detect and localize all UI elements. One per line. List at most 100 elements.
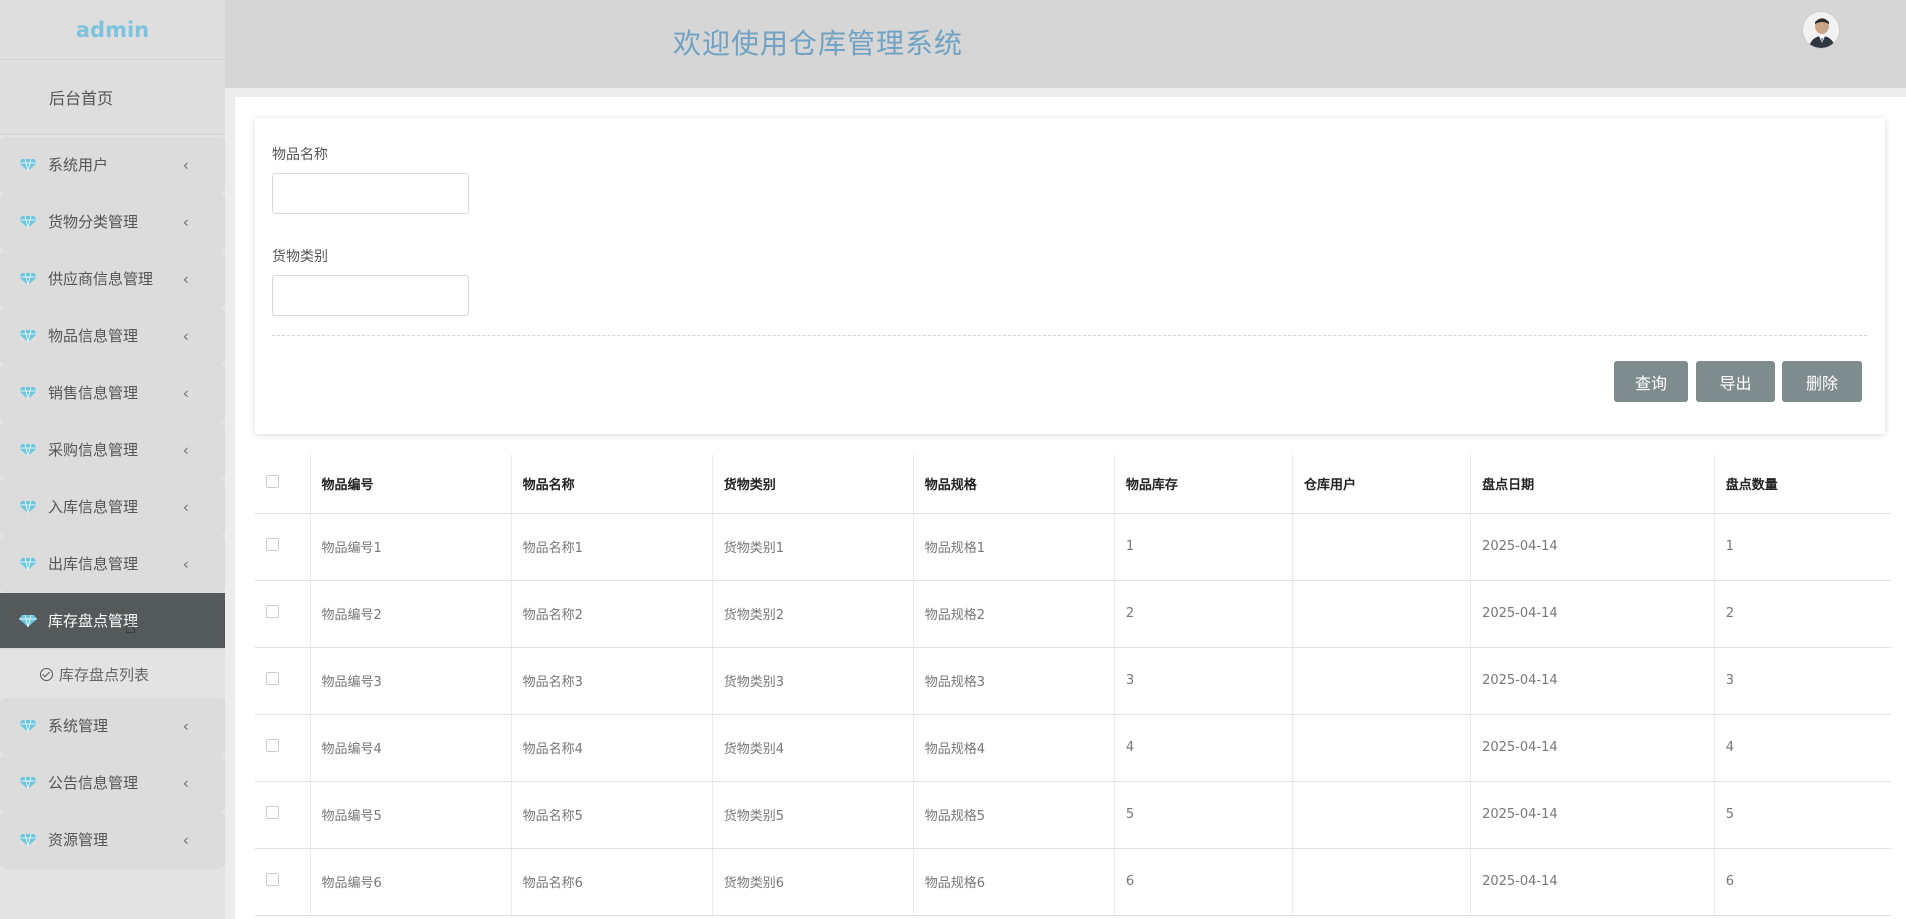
sidebar-item-label: 系统管理: [48, 717, 109, 735]
sidebar-item-item-info[interactable]: 物品信息管理 ‹: [0, 308, 225, 363]
sidebar-item-sales[interactable]: 销售信息管理 ‹: [0, 365, 225, 420]
table-cell: 物品名称5: [510, 781, 713, 849]
table-cell: 2025-04-14: [1470, 513, 1715, 581]
submenu-inventory-check-list[interactable]: 库存盘点列表: [0, 650, 225, 698]
sidebar-item-purchase[interactable]: 采购信息管理 ‹: [0, 422, 225, 477]
goods-category-input[interactable]: [272, 275, 469, 316]
diamond-icon: [19, 215, 37, 228]
item-name-label: 物品名称: [272, 147, 328, 163]
table-cell: 1: [1113, 513, 1293, 581]
table-row[interactable]: 物品编号1 物品名称1 货物类别1 物品规格1 1 2025-04-14 1: [255, 513, 1891, 581]
table-cell: [1291, 580, 1471, 648]
table-cell: 5: [1113, 781, 1293, 849]
column-header[interactable]: 盘点数量: [1713, 455, 1891, 514]
diamond-icon: [19, 614, 37, 627]
diamond-icon: [19, 272, 37, 285]
row-select-cell: [255, 513, 310, 581]
row-checkbox[interactable]: [266, 605, 279, 618]
sidebar-item-inbound[interactable]: 入库信息管理 ‹: [0, 479, 225, 534]
table-cell: 物品编号5: [309, 781, 512, 849]
brand: admin: [0, 0, 225, 60]
row-select-cell: [255, 848, 310, 916]
sidebar-item-outbound[interactable]: 出库信息管理 ‹: [0, 536, 225, 591]
row-checkbox[interactable]: [266, 806, 279, 819]
item-name-input[interactable]: [272, 173, 469, 214]
column-header[interactable]: 物品规格: [912, 455, 1115, 514]
column-header[interactable]: 盘点日期: [1470, 455, 1715, 514]
sidebar-item-home[interactable]: 后台首页: [0, 60, 225, 135]
table-cell: 货物类别4: [711, 714, 914, 782]
sidebar-item-goods-category[interactable]: 货物分类管理 ‹: [0, 194, 225, 249]
column-header[interactable]: 物品名称: [510, 455, 713, 514]
header: 欢迎使用仓库管理系统: [225, 0, 1906, 88]
table-cell: 物品编号6: [309, 848, 512, 916]
table-cell: 6: [1713, 848, 1891, 916]
delete-button[interactable]: 删除: [1782, 361, 1862, 402]
table-cell: 物品名称3: [510, 647, 713, 715]
column-header[interactable]: 货物类别: [711, 455, 914, 514]
table-cell: 物品规格2: [912, 580, 1115, 648]
brand-name: admin: [75, 17, 150, 42]
table-cell: 物品规格6: [912, 848, 1115, 916]
row-checkbox[interactable]: [266, 873, 279, 886]
table-cell: 物品编号3: [309, 647, 512, 715]
chevron-left-icon: ‹: [182, 554, 189, 573]
sidebar-item-announcement[interactable]: 公告信息管理 ‹: [0, 755, 225, 810]
table-cell: 物品名称1: [510, 513, 713, 581]
export-button[interactable]: 导出: [1696, 361, 1775, 402]
select-all-checkbox[interactable]: [266, 475, 279, 489]
table-cell: [1291, 647, 1471, 715]
table-cell: 货物类别1: [711, 513, 914, 581]
table-row[interactable]: 物品编号6 物品名称6 货物类别6 物品规格6 6 2025-04-14 6: [255, 848, 1891, 916]
table-body: 物品编号1 物品名称1 货物类别1 物品规格1 1 2025-04-14 1 物品编号2 物品名…: [255, 513, 1891, 916]
table-row[interactable]: 物品编号4 物品名称4 货物类别4 物品规格4 4 2025-04-14 4: [255, 714, 1891, 782]
sidebar-item-system-user[interactable]: 系统用户 ‹: [0, 137, 225, 192]
table-row[interactable]: 物品编号5 物品名称5 货物类别5 物品规格5 5 2025-04-14 5: [255, 781, 1891, 849]
table-cell: 5: [1713, 781, 1891, 849]
table-cell: 3: [1713, 647, 1891, 715]
table-cell: 物品名称2: [510, 580, 713, 648]
table-cell: [1291, 714, 1471, 782]
column-header[interactable]: 物品库存: [1113, 455, 1293, 514]
avatar-image: [1803, 12, 1839, 48]
row-checkbox[interactable]: [266, 739, 279, 752]
row-checkbox[interactable]: [266, 538, 279, 551]
query-button[interactable]: 查询: [1614, 361, 1688, 402]
table-cell: 物品编号4: [309, 714, 512, 782]
table-cell: 物品规格1: [912, 513, 1115, 581]
diamond-icon: [19, 329, 37, 342]
table-cell: 货物类别6: [711, 848, 914, 916]
sidebar: admin 后台首页 系统用户 ‹ 货物分类管理 ‹ 供应商信息管理 ‹ 物品信息管理 ‹ 销售…: [0, 0, 225, 919]
sidebar-item-resource[interactable]: 资源管理 ‹: [0, 812, 225, 867]
table-cell: 货物类别2: [711, 580, 914, 648]
column-header[interactable]: 仓库用户: [1291, 455, 1471, 514]
table-cell: 2025-04-14: [1470, 714, 1715, 782]
table-cell: 物品名称6: [510, 848, 713, 916]
table-row[interactable]: 物品编号2 物品名称2 货物类别2 物品规格2 2 2025-04-14 2: [255, 580, 1891, 648]
sidebar-item-inventory-check[interactable]: 库存盘点管理: [0, 593, 225, 648]
sidebar-item-label: 销售信息管理: [48, 384, 139, 402]
sidebar-item-label: 货物分类管理: [48, 213, 139, 231]
chevron-left-icon: ‹: [182, 212, 189, 231]
chevron-left-icon: ‹: [182, 440, 189, 459]
avatar[interactable]: [1802, 11, 1840, 49]
page-title: 欢迎使用仓库管理系统: [673, 27, 964, 60]
table-cell: 物品规格4: [912, 714, 1115, 782]
chevron-left-icon: ‹: [182, 326, 189, 345]
sidebar-item-supplier[interactable]: 供应商信息管理 ‹: [0, 251, 225, 306]
table-cell: 2025-04-14: [1470, 647, 1715, 715]
row-checkbox[interactable]: [266, 672, 279, 685]
column-header[interactable]: 物品编号: [309, 455, 512, 514]
diamond-icon: [19, 386, 37, 399]
sidebar-menu: 系统用户 ‹ 货物分类管理 ‹ 供应商信息管理 ‹ 物品信息管理 ‹ 销售信息管理 ‹ 采购信息管理…: [0, 137, 225, 867]
table-cell: 货物类别5: [711, 781, 914, 849]
chevron-left-icon: ‹: [182, 269, 189, 288]
table-cell: [1291, 781, 1471, 849]
table-row[interactable]: 物品编号3 物品名称3 货物类别3 物品规格3 3 2025-04-14 3: [255, 647, 1891, 715]
row-select-cell: [255, 647, 310, 715]
row-select-cell: [255, 580, 310, 648]
sidebar-item-system[interactable]: 系统管理 ‹: [0, 698, 225, 753]
chevron-left-icon: ‹: [182, 716, 189, 735]
table-cell: 物品编号2: [309, 580, 512, 648]
chevron-left-icon: ‹: [182, 155, 189, 174]
